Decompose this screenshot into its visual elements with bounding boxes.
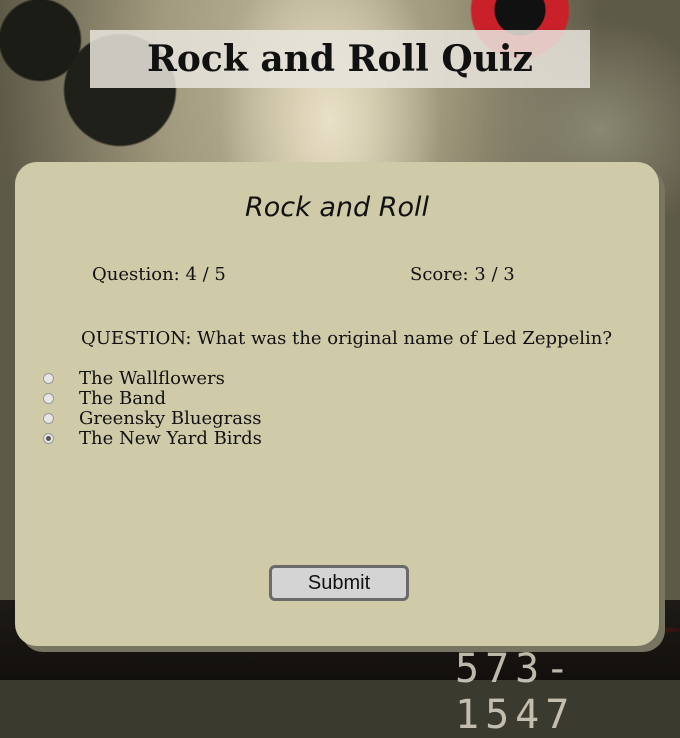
answer-label: Greensky Bluegrass: [79, 407, 262, 429]
answer-option-1[interactable]: The Wallflowers: [43, 367, 262, 389]
question-text: QUESTION: What was the original name of …: [81, 328, 612, 349]
radio-button[interactable]: [43, 372, 54, 384]
answer-options: The Wallflowers The Band Greensky Bluegr…: [43, 367, 262, 449]
page-title: Rock and Roll Quiz: [147, 38, 533, 80]
quiz-panel: Rock and Roll Question: 4 / 5 Score: 3 /…: [15, 162, 659, 646]
radio-button[interactable]: [43, 432, 54, 444]
answer-label: The Band: [79, 387, 167, 409]
radio-button[interactable]: [43, 392, 54, 404]
answer-option-2[interactable]: The Band: [43, 387, 262, 409]
question-counter: Question: 4 / 5: [92, 264, 226, 285]
quiz-category-title: Rock and Roll: [244, 192, 429, 223]
background-number: 573-1547: [455, 646, 576, 738]
title-banner: Rock and Roll Quiz: [90, 30, 590, 88]
answer-label: The Wallflowers: [79, 367, 225, 389]
submit-button[interactable]: Submit: [269, 565, 409, 601]
answer-label: The New Yard Birds: [79, 427, 262, 449]
answer-option-4[interactable]: The New Yard Birds: [43, 427, 262, 449]
answer-option-3[interactable]: Greensky Bluegrass: [43, 407, 262, 429]
score-display: Score: 3 / 3: [410, 264, 515, 285]
radio-button[interactable]: [43, 412, 54, 424]
